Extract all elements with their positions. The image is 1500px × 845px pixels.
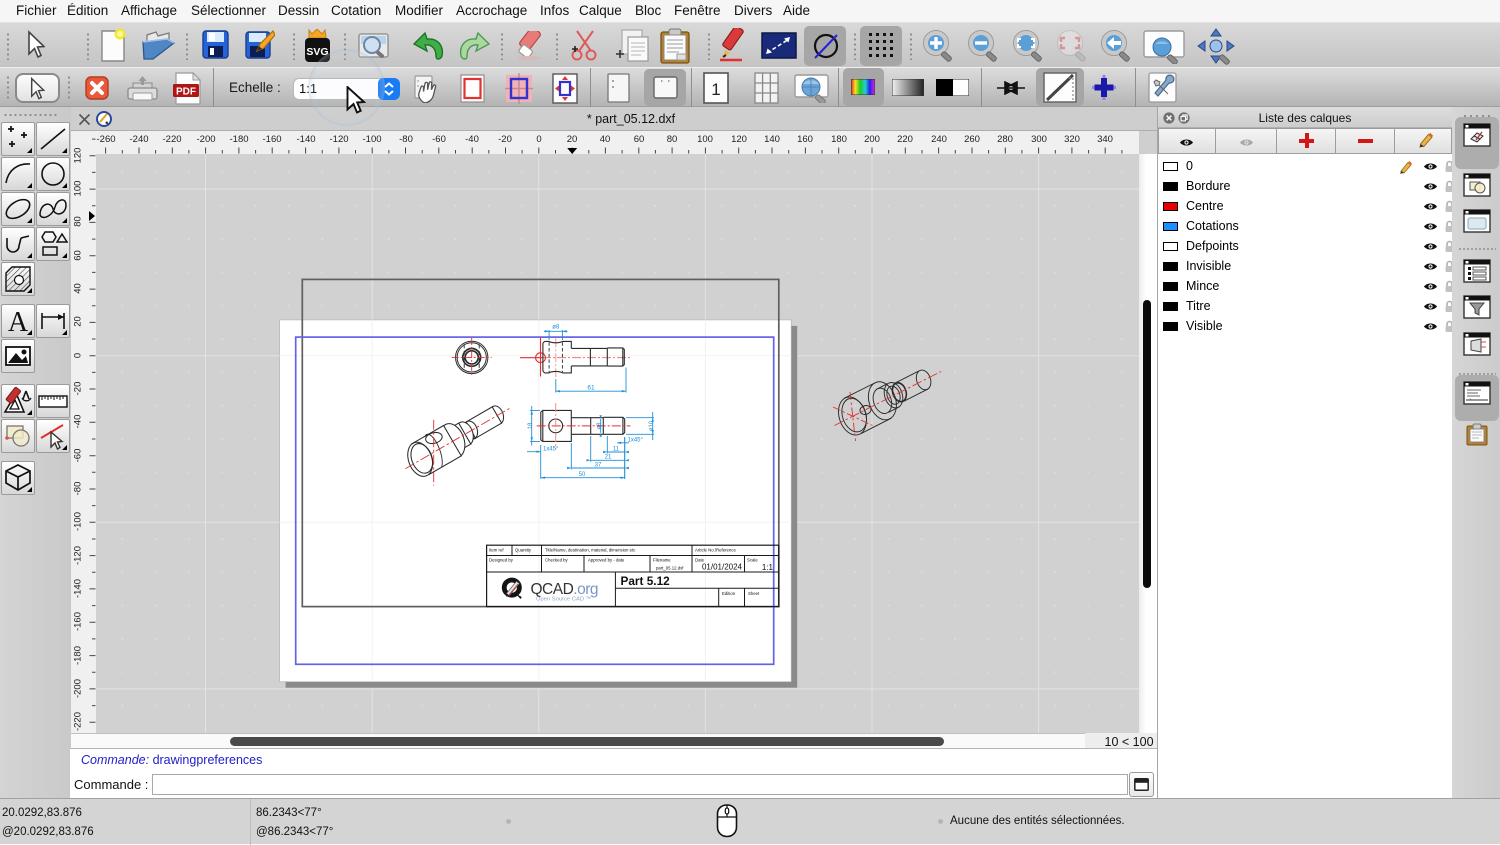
svg-text:Approved by - date: Approved by - date	[588, 558, 625, 563]
svg-text:ø10: ø10	[649, 420, 655, 431]
svg-text:1:1: 1:1	[762, 563, 774, 572]
svg-text:A: A	[8, 307, 29, 337]
svg-text:Part 5.12: Part 5.12	[621, 574, 671, 588]
svg-text:37: 37	[595, 462, 602, 468]
svg-text:18: 18	[528, 422, 534, 429]
svg-text:Sheet: Sheet	[748, 591, 760, 596]
svg-text:1x45°: 1x45°	[628, 438, 644, 444]
svg-text:1x45°: 1x45°	[543, 447, 559, 453]
svg-text:Quantity: Quantity	[515, 548, 532, 553]
svg-text:Checked by: Checked by	[545, 558, 569, 563]
svg-text:ø8: ø8	[552, 325, 560, 331]
svg-text:50: 50	[579, 472, 586, 478]
svg-text:Title/Name, destination, mater: Title/Name, destination, material, dimen…	[545, 548, 636, 553]
svg-text:Designed by: Designed by	[489, 558, 514, 563]
svg-text:PDF: PDF	[176, 87, 196, 98]
svg-text:61: 61	[587, 384, 595, 391]
svg-text:Filename: Filename	[653, 558, 671, 563]
svg-text:part_05.12.dxf: part_05.12.dxf	[656, 566, 684, 571]
svg-text:01/01/2024: 01/01/2024	[702, 563, 743, 572]
svg-text:Edition: Edition	[722, 591, 736, 596]
svg-text:Item ref: Item ref	[489, 548, 504, 553]
svg-text:1: 1	[711, 80, 720, 99]
svg-text:Open Source CAD ™: Open Source CAD ™	[536, 596, 591, 602]
svg-text:Article No./Reference: Article No./Reference	[695, 548, 736, 553]
svg-text:ø8: ø8	[597, 422, 603, 430]
svg-text:11: 11	[613, 446, 620, 452]
svg-text:Scale: Scale	[747, 558, 758, 563]
svg-text:21: 21	[605, 455, 612, 461]
